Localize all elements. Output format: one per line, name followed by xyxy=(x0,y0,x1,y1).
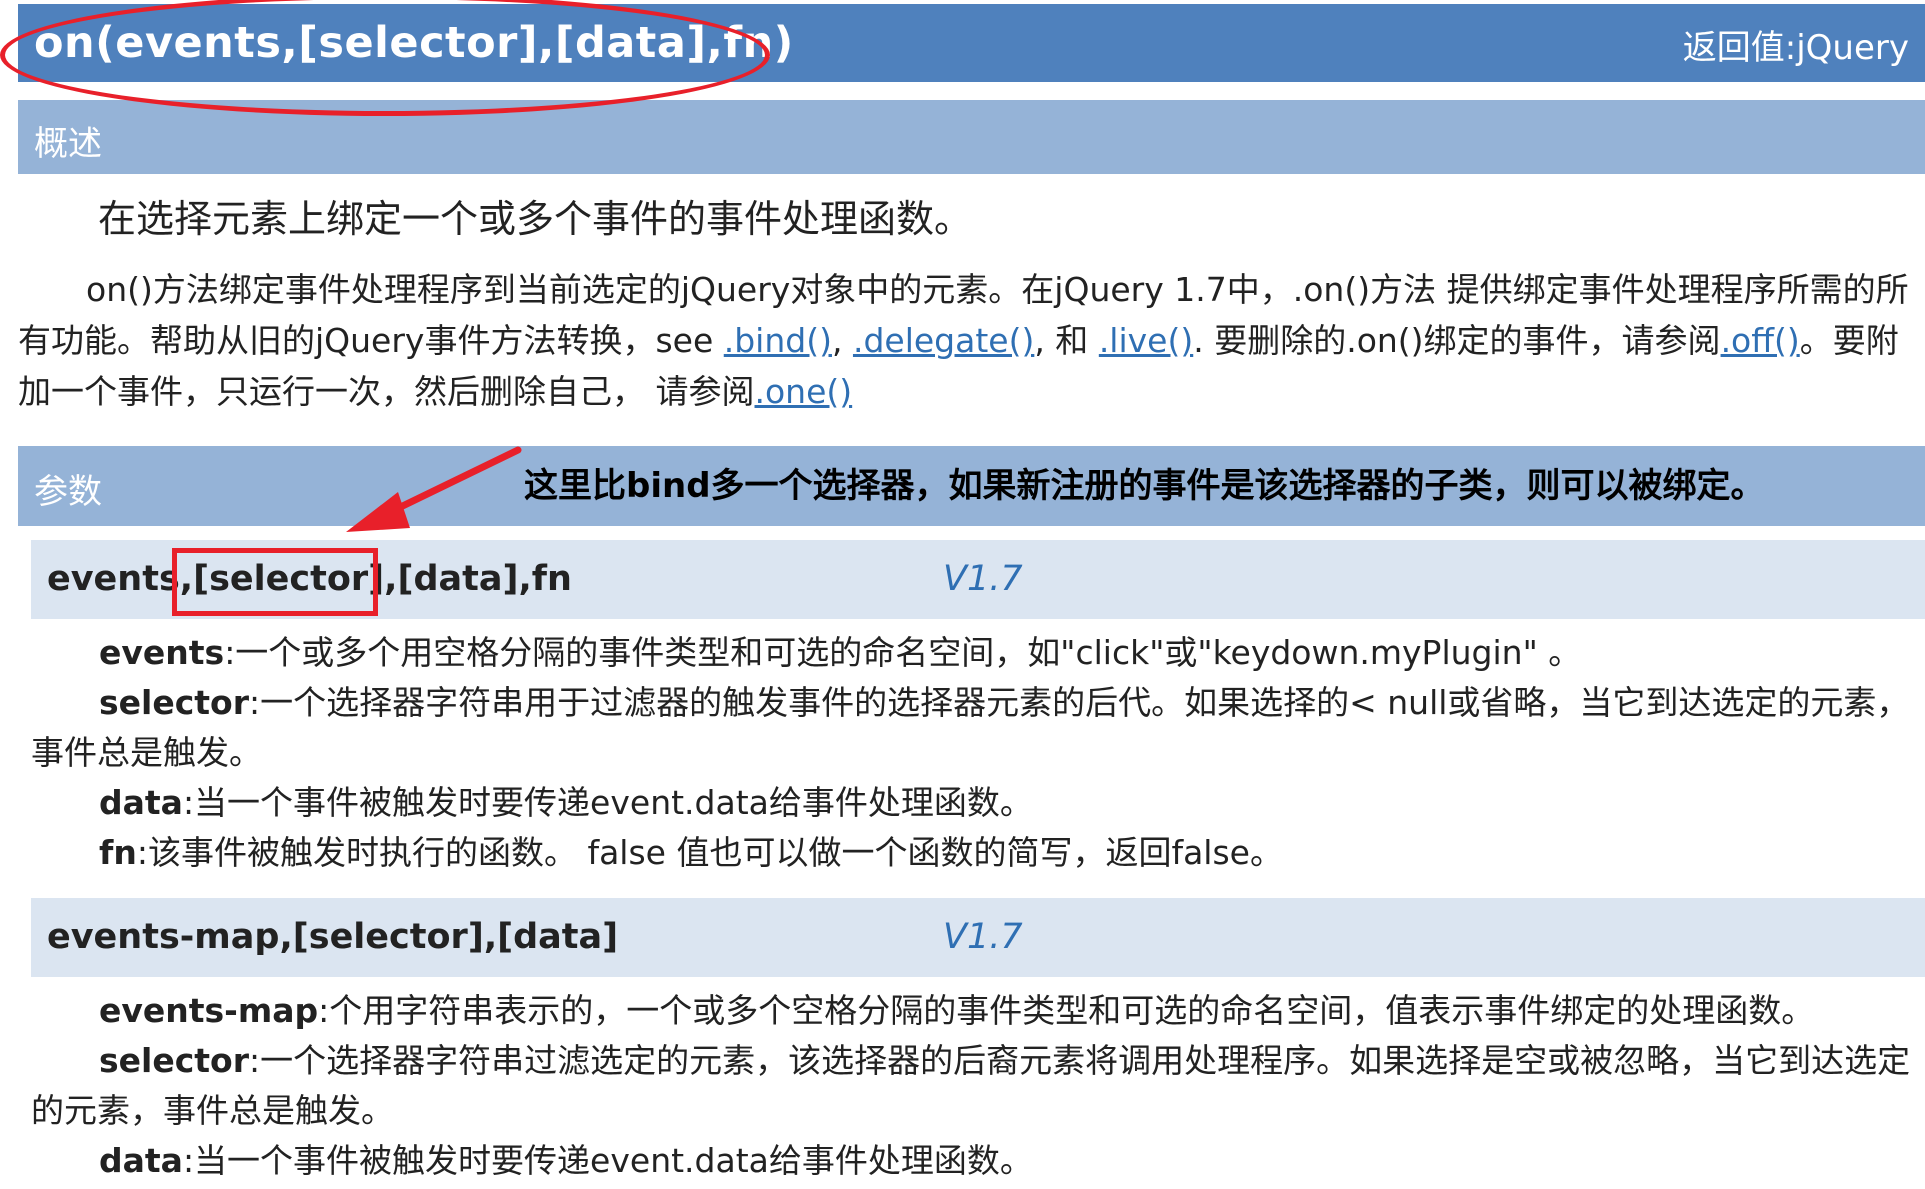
annotation-arrow-icon xyxy=(346,446,522,532)
arrow-head xyxy=(346,492,410,532)
